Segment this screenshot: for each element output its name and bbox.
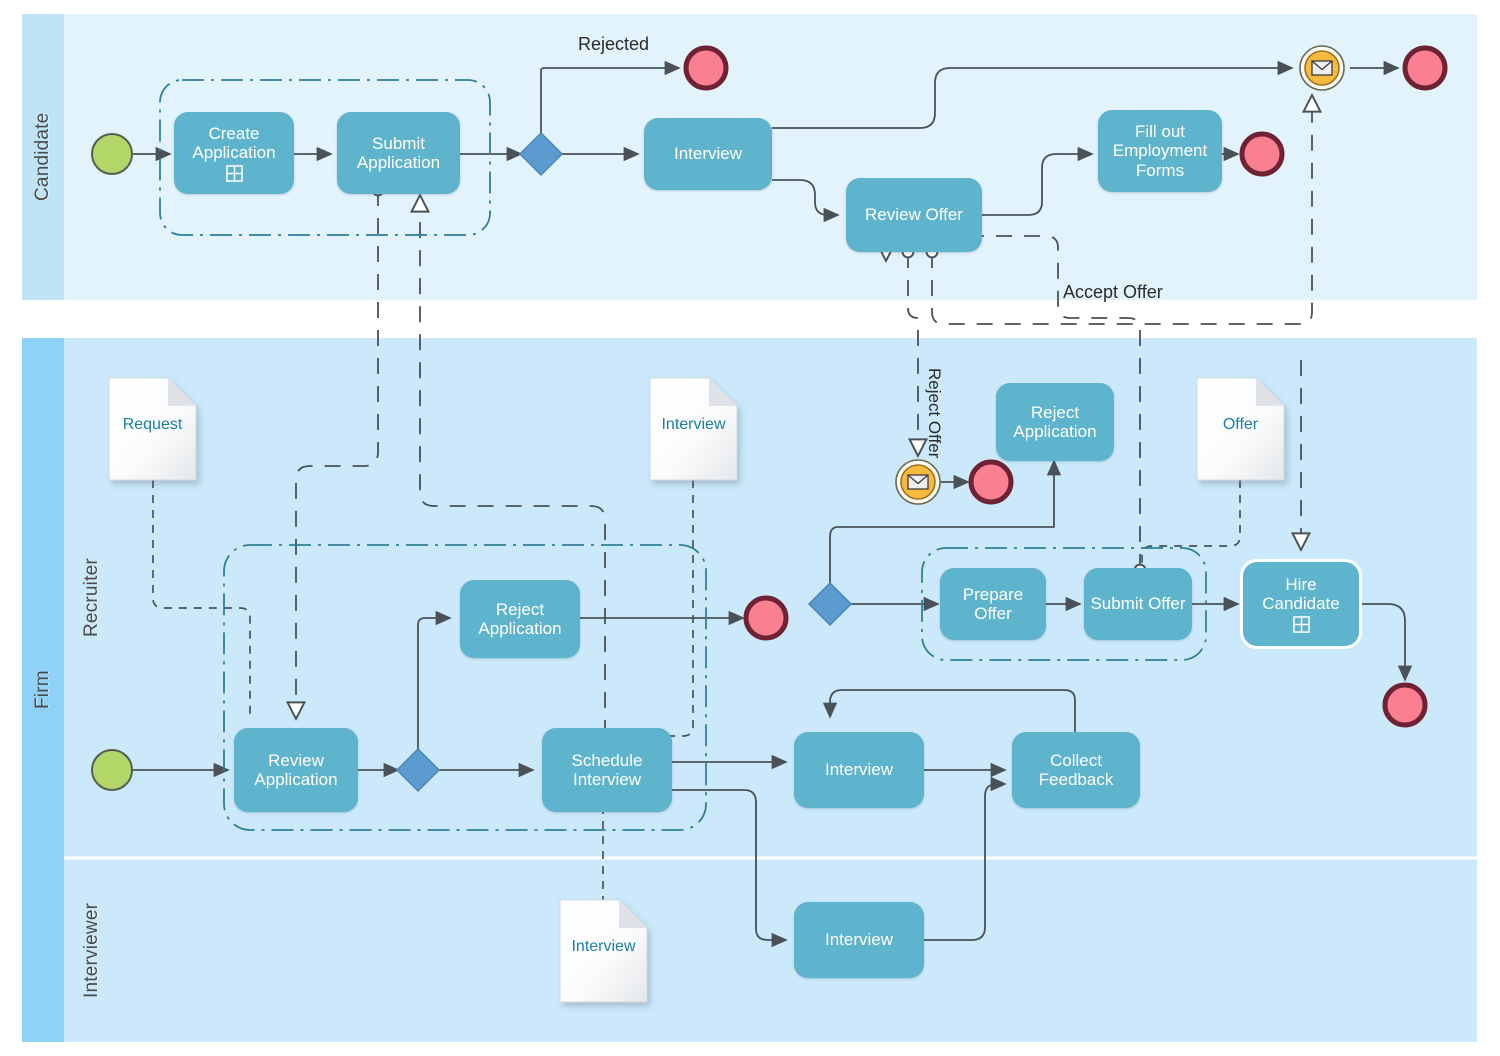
task-interview-interviewer[interactable]: Interview (794, 902, 924, 978)
flow-label-accept-offer: Accept Offer (1063, 282, 1163, 302)
sub-process-marker-icon (1292, 616, 1310, 633)
task-label: Review Application (254, 750, 338, 789)
task-label: Collect Feedback (1038, 750, 1114, 789)
task-label: Interview (673, 144, 743, 164)
document-label: Interview (661, 416, 726, 433)
task-label: Reject Application (478, 599, 562, 638)
document-label: Request (122, 416, 183, 433)
task-label: Interview (824, 760, 894, 780)
sub-process-marker-icon (225, 165, 243, 182)
pool-label-candidate: Candidate (32, 112, 53, 202)
task-fill-out-employment-forms[interactable]: Fill out Employment Forms (1098, 110, 1222, 192)
task-label: Create Application (192, 123, 276, 162)
flow-label-reject-offer: Reject Offer (924, 368, 944, 459)
document-interview-recruiter[interactable]: Interview (650, 378, 737, 480)
document-request[interactable]: Request (109, 378, 196, 480)
task-submit-offer[interactable]: Submit Offer (1084, 568, 1192, 640)
task-collect-feedback[interactable]: Collect Feedback (1012, 732, 1140, 808)
lane-label-interviewer: Interviewer (81, 902, 102, 998)
flow-label-rejected: Rejected (578, 34, 650, 54)
task-create-application[interactable]: Create Application (174, 112, 294, 194)
document-label: Offer (1222, 416, 1259, 433)
task-review-application[interactable]: Review Application (234, 728, 358, 812)
task-label: Reject Application (1013, 402, 1097, 441)
task-label: Submit Application (356, 133, 441, 172)
task-label: Submit Offer (1090, 594, 1186, 614)
document-interview-interviewer[interactable]: Interview (560, 900, 647, 1002)
task-interview-recruiter[interactable]: Interview (794, 732, 924, 808)
document-offer[interactable]: Offer (1197, 378, 1284, 480)
document-label: Interview (571, 938, 636, 955)
task-submit-application[interactable]: Submit Application (337, 112, 460, 194)
task-prepare-offer[interactable]: Prepare Offer (940, 568, 1046, 640)
task-schedule-interview[interactable]: Schedule Interview (542, 728, 672, 812)
bpmn-diagram-canvas: Candidate Firm Recruiter Interviewer Cre… (0, 0, 1500, 1056)
task-label: Schedule Interview (571, 750, 643, 789)
task-review-offer[interactable]: Review Offer (846, 178, 982, 252)
task-label: Hire Candidate (1262, 574, 1340, 613)
task-label: Review Offer (865, 205, 963, 225)
task-hire-candidate[interactable]: Hire Candidate (1243, 562, 1359, 646)
task-reject-application-after-offer[interactable]: Reject Application (996, 383, 1114, 461)
task-label: Fill out Employment Forms (1112, 122, 1208, 180)
task-label: Interview (824, 930, 894, 950)
task-reject-application[interactable]: Reject Application (460, 580, 580, 658)
pool-label-firm: Firm (32, 670, 53, 710)
task-interview-candidate[interactable]: Interview (644, 118, 772, 190)
task-label: Prepare Offer (962, 584, 1024, 623)
